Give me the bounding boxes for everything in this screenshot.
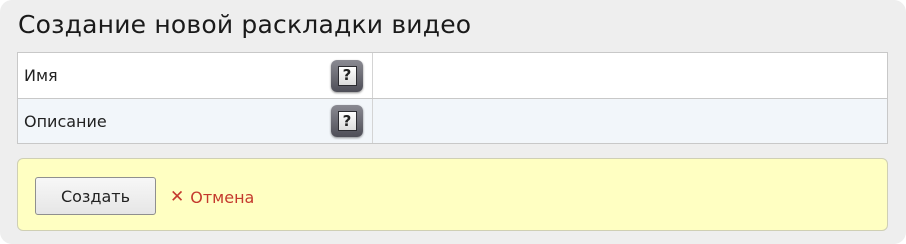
description-help-button[interactable]: ? <box>331 105 363 137</box>
name-input[interactable] <box>373 53 887 98</box>
cancel-link[interactable]: ✕ Отмена <box>170 187 254 207</box>
label-cell: Имя ? <box>18 53 373 98</box>
form-table: Имя ? Описание ? <box>17 52 888 144</box>
cancel-label: Отмена <box>190 187 255 207</box>
action-bar: Создать ✕ Отмена <box>17 158 888 231</box>
close-icon: ✕ <box>170 187 185 207</box>
dialog-panel: Создание новой раскладки видео Имя ? Опи… <box>0 0 906 244</box>
label-cell: Описание ? <box>18 99 373 143</box>
page-title: Создание новой раскладки видео <box>18 10 472 39</box>
value-cell <box>373 53 887 98</box>
name-help-button[interactable]: ? <box>331 59 363 92</box>
form-row-name: Имя ? <box>18 53 887 98</box>
description-label: Описание <box>24 111 107 131</box>
question-mark-icon: ? <box>337 111 357 131</box>
value-cell <box>373 99 887 143</box>
description-input[interactable] <box>373 99 887 143</box>
form-row-description: Описание ? <box>18 98 887 143</box>
question-mark-icon: ? <box>337 65 357 86</box>
create-button[interactable]: Создать <box>35 177 156 215</box>
name-label: Имя <box>24 66 58 85</box>
